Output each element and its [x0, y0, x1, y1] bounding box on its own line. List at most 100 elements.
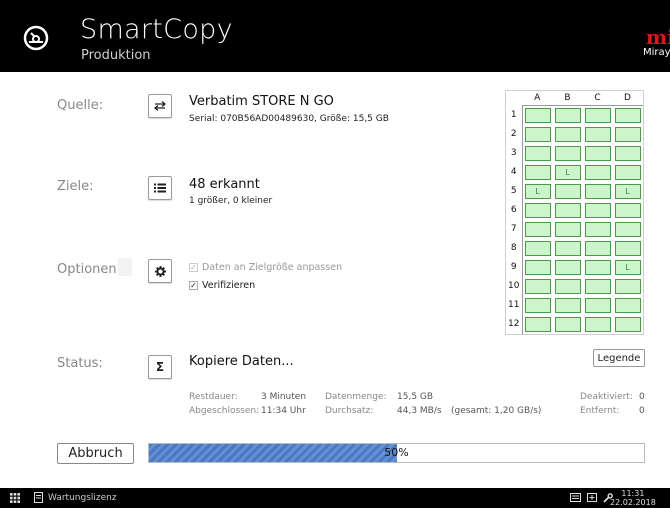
copy-progress-bar: 50%: [148, 443, 645, 463]
target-slot[interactable]: L: [614, 259, 641, 275]
target-slot[interactable]: [524, 316, 551, 332]
target-slot[interactable]: [584, 278, 611, 294]
clock-time: 11:31: [621, 489, 645, 498]
options-placeholder: [118, 258, 132, 276]
target-slot[interactable]: [614, 297, 641, 313]
option-verify[interactable]: ✓ Verifizieren: [189, 280, 255, 291]
target-slot[interactable]: [614, 316, 641, 332]
target-slot[interactable]: [524, 164, 551, 180]
target-slot[interactable]: [524, 145, 551, 161]
app-header: SmartCopy Produktion mi Miray: [0, 0, 670, 72]
target-slot[interactable]: [584, 316, 611, 332]
grid-row-header: 6: [506, 200, 523, 220]
target-slot[interactable]: [614, 164, 641, 180]
target-slot[interactable]: [524, 278, 551, 294]
target-slot[interactable]: [614, 107, 641, 123]
grid-corner: [506, 91, 522, 105]
verify-checkbox[interactable]: ✓: [189, 281, 198, 290]
target-slot[interactable]: [584, 297, 611, 313]
system-tray: [570, 493, 613, 503]
grid-menu-icon[interactable]: [10, 493, 20, 503]
target-slot[interactable]: [524, 107, 551, 123]
grid-column-header: A: [522, 91, 553, 106]
throughput-label: Durchsatz:: [325, 406, 374, 416]
target-slot[interactable]: [554, 221, 581, 237]
target-slot[interactable]: [584, 107, 611, 123]
target-slot[interactable]: [554, 259, 581, 275]
option-adapt-size[interactable]: ✓ Daten an Zielgröße anpassen: [189, 262, 342, 273]
taskbar-app-maintenance-license[interactable]: Wartungslizenz: [34, 492, 117, 503]
grid-column-header: C: [582, 91, 613, 106]
targets-list-button[interactable]: [148, 176, 172, 200]
grid-row-header: 4: [506, 162, 523, 182]
target-slot[interactable]: [614, 278, 641, 294]
target-slot[interactable]: [584, 202, 611, 218]
target-slot[interactable]: [584, 221, 611, 237]
options-label: Optionen:: [57, 262, 122, 277]
swap-icon: [154, 101, 166, 111]
removed-value: 0: [639, 406, 645, 416]
speedometer-logo-icon: [23, 25, 49, 51]
target-slot[interactable]: [614, 202, 641, 218]
document-icon: [34, 492, 43, 503]
grid-row-header: 8: [506, 238, 523, 258]
status-text: Kopiere Daten...: [189, 354, 294, 369]
completed-value: 11:34 Uhr: [261, 406, 306, 416]
target-slot[interactable]: [524, 126, 551, 142]
target-slot[interactable]: [554, 126, 581, 142]
target-slot[interactable]: [584, 126, 611, 142]
target-slot[interactable]: [584, 164, 611, 180]
target-slot[interactable]: [554, 316, 581, 332]
target-slot[interactable]: [524, 221, 551, 237]
target-slot[interactable]: [524, 202, 551, 218]
source-label: Quelle:: [57, 98, 104, 113]
target-slot[interactable]: [554, 145, 581, 161]
adapt-size-checkbox[interactable]: ✓: [189, 263, 198, 272]
target-slot[interactable]: [554, 202, 581, 218]
target-slot[interactable]: [614, 240, 641, 256]
options-settings-button[interactable]: [148, 259, 172, 283]
deactivated-value: 0: [639, 392, 645, 402]
target-slot[interactable]: [524, 297, 551, 313]
app-subtitle: Produktion: [81, 48, 151, 63]
status-label: Status:: [57, 356, 103, 371]
target-slot[interactable]: [614, 221, 641, 237]
data-amount-label: Datenmenge:: [325, 392, 387, 402]
gear-icon: [154, 265, 166, 277]
swap-source-button[interactable]: [148, 94, 172, 118]
target-slot[interactable]: L: [554, 164, 581, 180]
target-slot[interactable]: [554, 240, 581, 256]
target-slot[interactable]: [614, 145, 641, 161]
grid-row-header: 12: [506, 314, 523, 334]
brand-mark: mi: [646, 26, 670, 49]
target-slot[interactable]: [554, 183, 581, 199]
target-slot-grid: A B C D 1 2 3 4 L 5 L L 6 7 8 9 L 10 11 12: [505, 90, 644, 335]
target-slot[interactable]: [584, 259, 611, 275]
target-slot[interactable]: L: [614, 183, 641, 199]
target-slot[interactable]: [584, 145, 611, 161]
target-slot[interactable]: L: [524, 183, 551, 199]
target-slot[interactable]: [584, 183, 611, 199]
target-slot[interactable]: [554, 297, 581, 313]
keyboard-icon[interactable]: [570, 493, 581, 502]
data-amount-value: 15,5 GB: [397, 392, 434, 402]
remaining-label: Restdauer:: [189, 392, 238, 402]
grid-row-header: 1: [506, 105, 523, 125]
verify-label: Verifizieren: [202, 280, 256, 291]
legend-button[interactable]: Legende: [593, 349, 645, 367]
deactivated-label: Deaktiviert:: [580, 392, 633, 402]
sigma-icon: Σ: [155, 360, 165, 374]
grid-row-header: 5: [506, 181, 523, 201]
target-slot[interactable]: [614, 126, 641, 142]
taskbar: Wartungslizenz 11:31 22.02.2018: [0, 488, 670, 508]
target-slot[interactable]: [554, 278, 581, 294]
target-slot[interactable]: [524, 240, 551, 256]
network-icon[interactable]: [587, 493, 597, 502]
status-details-button[interactable]: Σ: [148, 355, 172, 379]
target-slot[interactable]: [584, 240, 611, 256]
app-title: SmartCopy: [80, 14, 233, 45]
target-slot[interactable]: [524, 259, 551, 275]
removed-label: Entfernt:: [580, 406, 620, 416]
target-slot[interactable]: [554, 107, 581, 123]
abort-button[interactable]: Abbruch: [57, 443, 134, 464]
